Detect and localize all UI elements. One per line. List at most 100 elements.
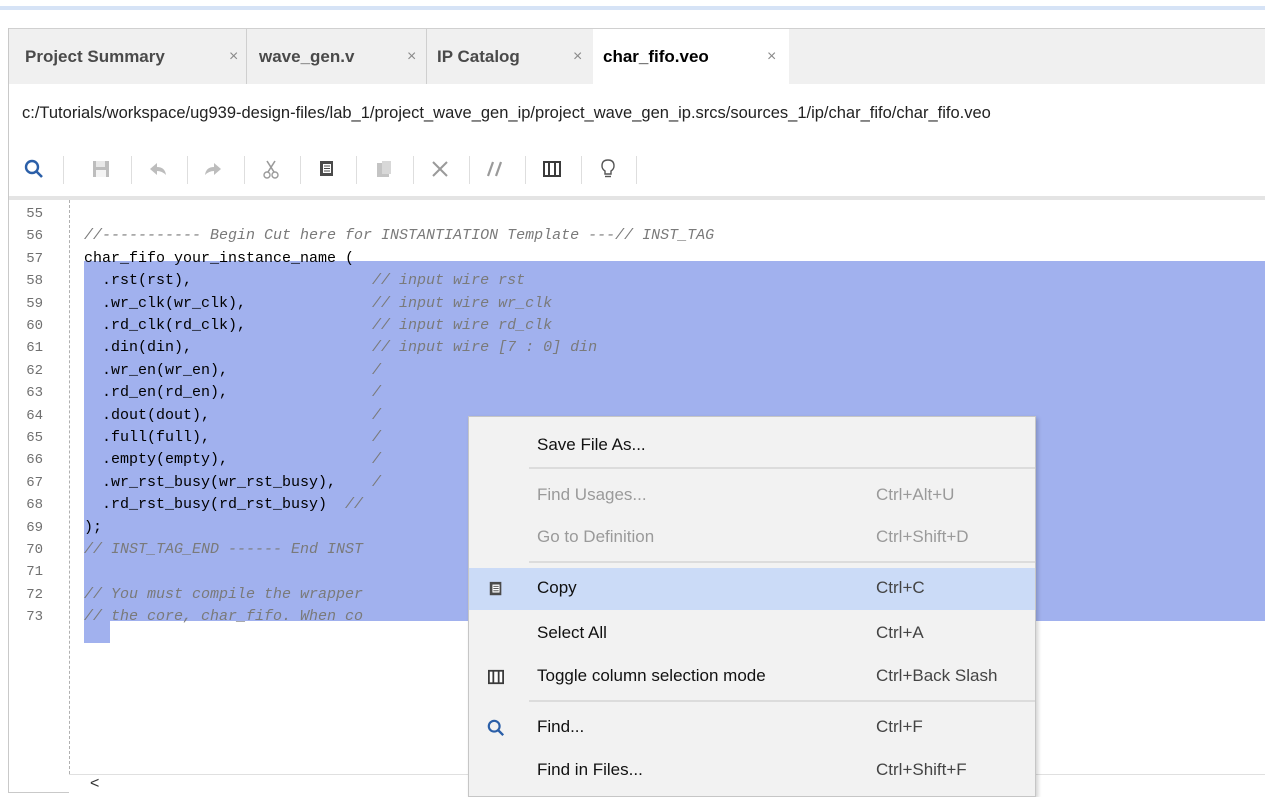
line-number: 67 [26,474,43,491]
line-number: 55 [26,206,43,222]
code-text: char_fifo your_instance_name ( [84,249,355,267]
menu-item-label: Go to Definition [537,527,655,546]
close-icon[interactable]: × [229,48,238,66]
tab-bar: Project Summary × wave_gen.v × IP Catalo… [9,28,1265,85]
toolbar-separator [300,156,301,184]
line-number: 56 [26,228,43,245]
toolbar-separator [469,156,470,184]
line-number: 72 [26,586,43,603]
search-icon [487,719,505,737]
line-number: 66 [26,452,43,469]
menu-item-copy[interactable]: Copy Ctrl+C [469,568,1035,610]
line-number: 63 [26,385,43,402]
cut-icon[interactable] [260,158,282,180]
menu-item-shortcut: Ctrl+Shift+D [876,527,969,546]
code-comment: / [372,406,382,424]
toolbar-separator [244,156,245,184]
menu-item-toggle-column-selection[interactable]: Toggle column selection mode Ctrl+Back S… [469,656,1035,698]
line-number: 68 [26,497,43,514]
menu-item-label: Find... [537,717,585,736]
menu-item-label: Copy [537,578,577,597]
code-line: 62 .wr_en(wr_en), / [9,360,1265,382]
menu-separator [529,467,1035,469]
undo-icon[interactable] [147,158,169,180]
code-comment: / [372,451,382,469]
copy-icon[interactable] [316,158,338,180]
line-number: 71 [26,564,43,581]
menu-item-label: Save File As... [537,435,646,454]
line-number: 73 [26,609,43,626]
line-number: 60 [26,318,43,334]
comment-icon[interactable] [484,158,506,180]
code-line: 59 .wr_clk(wr_clk), // input wire wr_clk [9,293,1265,315]
code-text: .rd_clk(rd_clk), [84,317,373,334]
menu-item-label: Select All [537,623,607,642]
close-icon[interactable]: × [767,48,776,66]
toolbar-separator [525,156,526,184]
editor-toolbar [9,142,1265,200]
tab-label: wave_gen.v [259,47,355,66]
line-number: 69 [26,519,43,536]
menu-item-go-to-definition[interactable]: Go to Definition Ctrl+Shift+D [469,517,1035,559]
toolbar-separator [413,156,414,184]
tab-wave-gen[interactable]: wave_gen.v × [247,29,427,85]
copy-icon [487,580,505,598]
line-number: 64 [26,407,43,424]
code-text: .empty(empty), [84,451,373,469]
toolbar-separator [581,156,582,184]
code-comment: // input wire wr_clk [372,294,553,312]
tab-ip-catalog[interactable]: IP Catalog × [427,29,593,85]
menu-item-shortcut: Ctrl+C [876,578,925,597]
menu-item-shortcut: Ctrl+Back Slash [876,666,998,685]
code-comment: // input wire rd_clk [372,317,553,334]
column-select-icon [487,668,505,686]
line-number: 61 [26,340,43,357]
code-text: .wr_clk(wr_clk), [84,294,373,312]
code-text: .din(din), [84,339,373,357]
code-comment: / [372,361,382,379]
menu-item-shortcut: Ctrl+Shift+F [876,760,967,779]
search-icon[interactable] [23,158,45,180]
code-line: 55 [9,203,1265,225]
toolbar-separator [187,156,188,184]
menu-item-find-in-files[interactable]: Find in Files... Ctrl+Shift+F [469,750,1035,792]
redo-icon[interactable] [202,158,224,180]
code-line: 56 //----------- Begin Cut here for INSTA… [9,225,1265,247]
menu-item-find[interactable]: Find... Ctrl+F [469,707,1035,749]
column-select-icon[interactable] [541,158,563,180]
scroll-left-arrow[interactable]: < [90,775,99,793]
tab-label: IP Catalog [437,47,520,66]
menu-item-save-file-as[interactable]: Save File As... [469,425,1035,467]
lightbulb-icon[interactable] [597,158,619,180]
file-path: c:/Tutorials/workspace/ug939-design-file… [9,84,1265,142]
code-text: .full(full), [84,429,373,446]
line-number: 65 [26,430,43,446]
menu-item-find-usages[interactable]: Find Usages... Ctrl+Alt+U [469,475,1035,517]
delete-icon[interactable] [429,158,451,180]
menu-separator [529,561,1035,563]
menu-item-shortcut: Ctrl+F [876,717,923,736]
code-text: ); [84,518,103,536]
tab-project-summary[interactable]: Project Summary × [9,29,247,85]
save-icon[interactable] [90,158,112,180]
menu-item-label: Find in Files... [537,760,643,779]
close-icon[interactable]: × [573,48,582,66]
paste-icon[interactable] [373,158,395,180]
code-text: .rd_rst_busy(rd_rst_busy) [84,496,346,514]
code-comment: // INST_TAG_END ------ End INST [84,541,364,558]
menu-item-label: Toggle column selection mode [537,666,766,685]
window-top-strip [0,0,1265,10]
menu-item-shortcut: Ctrl+A [876,623,924,642]
tab-label: Project Summary [25,47,165,66]
code-comment: // [345,496,364,514]
close-icon[interactable]: × [407,48,416,66]
code-comment: / [372,473,382,491]
tab-label: char_fifo.veo [603,47,709,66]
tab-char-fifo[interactable]: char_fifo.veo × [593,29,789,85]
code-text: .dout(dout), [84,406,373,424]
menu-item-select-all[interactable]: Select All Ctrl+A [469,613,1035,655]
toolbar-separator [636,156,637,184]
code-line: 58 .rst(rst), // input wire rst [9,270,1265,292]
toolbar-separator [356,156,357,184]
code-text: .wr_en(wr_en), [84,361,373,379]
